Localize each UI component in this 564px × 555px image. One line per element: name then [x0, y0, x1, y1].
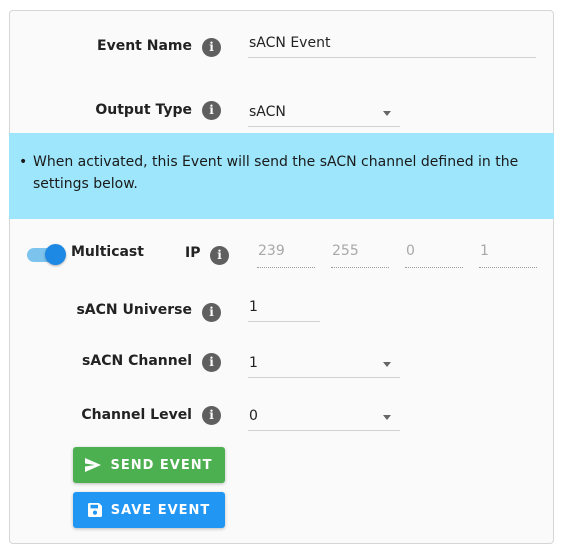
channel-level-select[interactable]: 0: [248, 408, 400, 431]
sacn-universe-label: sACN Universe: [76, 302, 192, 318]
event-name-label: Event Name: [97, 38, 192, 54]
output-type-chevron-down-icon[interactable]: [383, 111, 391, 116]
save-event-button[interactable]: SAVE EVENT: [73, 492, 225, 528]
output-type-label: Output Type: [95, 102, 192, 118]
info-banner: • When activated, this Event will send t…: [9, 133, 554, 219]
sacn-channel-label: sACN Channel: [82, 353, 192, 369]
output-type-select[interactable]: sACN: [248, 104, 400, 127]
sacn-universe-input[interactable]: 1: [248, 299, 320, 322]
multicast-toggle-knob[interactable]: [45, 244, 66, 265]
sacn-channel-chevron-down-icon[interactable]: [383, 362, 391, 367]
ip-octet-3[interactable]: 0: [405, 243, 463, 268]
send-event-button[interactable]: SEND EVENT: [73, 447, 225, 483]
ip-octet-4[interactable]: 1: [479, 243, 537, 268]
multicast-label: Multicast: [71, 244, 144, 260]
channel-level-chevron-down-icon[interactable]: [383, 415, 391, 420]
send-event-label: SEND EVENT: [110, 457, 213, 473]
send-icon: [85, 458, 102, 472]
sacn-channel-select[interactable]: 1: [248, 355, 400, 378]
channel-level-label: Channel Level: [81, 407, 192, 423]
event-name-input[interactable]: sACN Event: [248, 35, 536, 58]
save-event-label: SAVE EVENT: [110, 502, 211, 518]
sacn-channel-info-icon[interactable]: i: [202, 353, 221, 372]
sacn-universe-info-icon[interactable]: i: [202, 303, 221, 322]
ip-info-icon[interactable]: i: [210, 246, 229, 265]
save-icon: [87, 503, 102, 517]
info-banner-text: When activated, this Event will send the…: [33, 154, 519, 192]
output-type-info-icon[interactable]: i: [202, 101, 221, 120]
ip-label: IP: [185, 245, 201, 261]
event-name-info-icon[interactable]: i: [202, 38, 221, 57]
channel-level-info-icon[interactable]: i: [202, 406, 221, 425]
ip-octet-1[interactable]: 239: [257, 243, 315, 268]
ip-octet-2[interactable]: 255: [331, 243, 389, 268]
bullet-icon: •: [19, 154, 28, 170]
